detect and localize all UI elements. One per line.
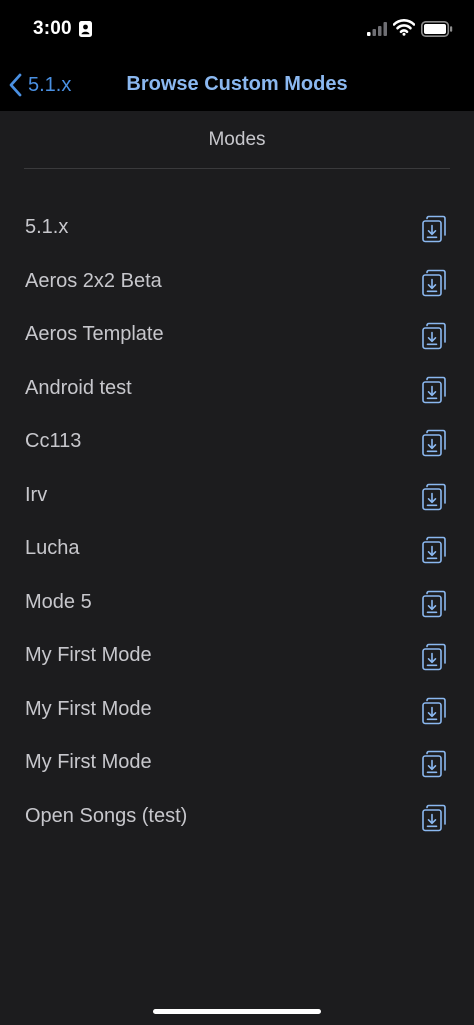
- download-copy-icon[interactable]: [421, 322, 447, 350]
- mode-name: My First Mode: [25, 751, 152, 773]
- mode-list-item[interactable]: Lucha: [0, 523, 474, 577]
- cellular-signal-icon: [367, 22, 387, 36]
- contact-card-icon: [79, 21, 92, 37]
- mode-name: Mode 5: [25, 590, 92, 613]
- download-copy-icon[interactable]: [421, 750, 447, 778]
- battery-icon: [421, 21, 453, 37]
- download-copy-icon[interactable]: [421, 536, 447, 564]
- mode-list-item[interactable]: Aeros 2x2 Beta: [0, 256, 474, 310]
- download-copy-icon[interactable]: [421, 483, 447, 511]
- download-copy-icon[interactable]: [421, 269, 447, 297]
- mode-name: Android test: [25, 376, 132, 399]
- status-bar: 3:00: [0, 0, 474, 60]
- download-copy-icon[interactable]: [421, 429, 447, 457]
- mode-list: 5.1.x Aeros 2x2 Beta Aeros Template Andr…: [0, 202, 474, 844]
- download-copy-icon[interactable]: [421, 697, 447, 725]
- page-title: Browse Custom Modes: [0, 73, 474, 96]
- download-copy-icon[interactable]: [421, 376, 447, 404]
- mode-name: Lucha: [25, 537, 80, 559]
- download-copy-icon[interactable]: [421, 804, 447, 832]
- wifi-icon: [393, 19, 415, 36]
- mode-name: 5.1.x: [25, 216, 69, 238]
- mode-list-item[interactable]: My First Mode: [0, 684, 474, 738]
- mode-name: Irv: [25, 483, 48, 506]
- section-header: Modes: [24, 111, 450, 169]
- mode-list-item[interactable]: My First Mode: [0, 630, 474, 684]
- mode-list-item[interactable]: Android test: [0, 363, 474, 417]
- mode-list-item[interactable]: My First Mode: [0, 737, 474, 791]
- mode-name: My First Mode: [25, 644, 152, 666]
- mode-name: Aeros 2x2 Beta: [25, 269, 162, 292]
- mode-name: Cc113: [25, 430, 82, 452]
- status-time: 3:00: [33, 18, 72, 39]
- download-copy-icon[interactable]: [421, 215, 447, 243]
- mode-name: Open Songs (test): [25, 804, 188, 827]
- navigation-bar: 5.1.x Browse Custom Modes: [0, 60, 474, 111]
- mode-list-item[interactable]: Cc113: [0, 416, 474, 470]
- mode-name: My First Mode: [25, 697, 152, 720]
- mode-list-item[interactable]: Aeros Template: [0, 309, 474, 363]
- download-copy-icon[interactable]: [421, 643, 447, 671]
- mode-list-item[interactable]: 5.1.x: [0, 202, 474, 256]
- mode-name: Aeros Template: [25, 323, 164, 345]
- section-header-label: Modes: [208, 128, 266, 150]
- mode-list-item[interactable]: Mode 5: [0, 577, 474, 631]
- mode-list-item[interactable]: Open Songs (test): [0, 791, 474, 845]
- page-title-text: Browse Custom Modes: [126, 73, 348, 95]
- download-copy-icon[interactable]: [421, 590, 447, 618]
- home-indicator[interactable]: [153, 1009, 321, 1014]
- mode-list-item[interactable]: Irv: [0, 470, 474, 524]
